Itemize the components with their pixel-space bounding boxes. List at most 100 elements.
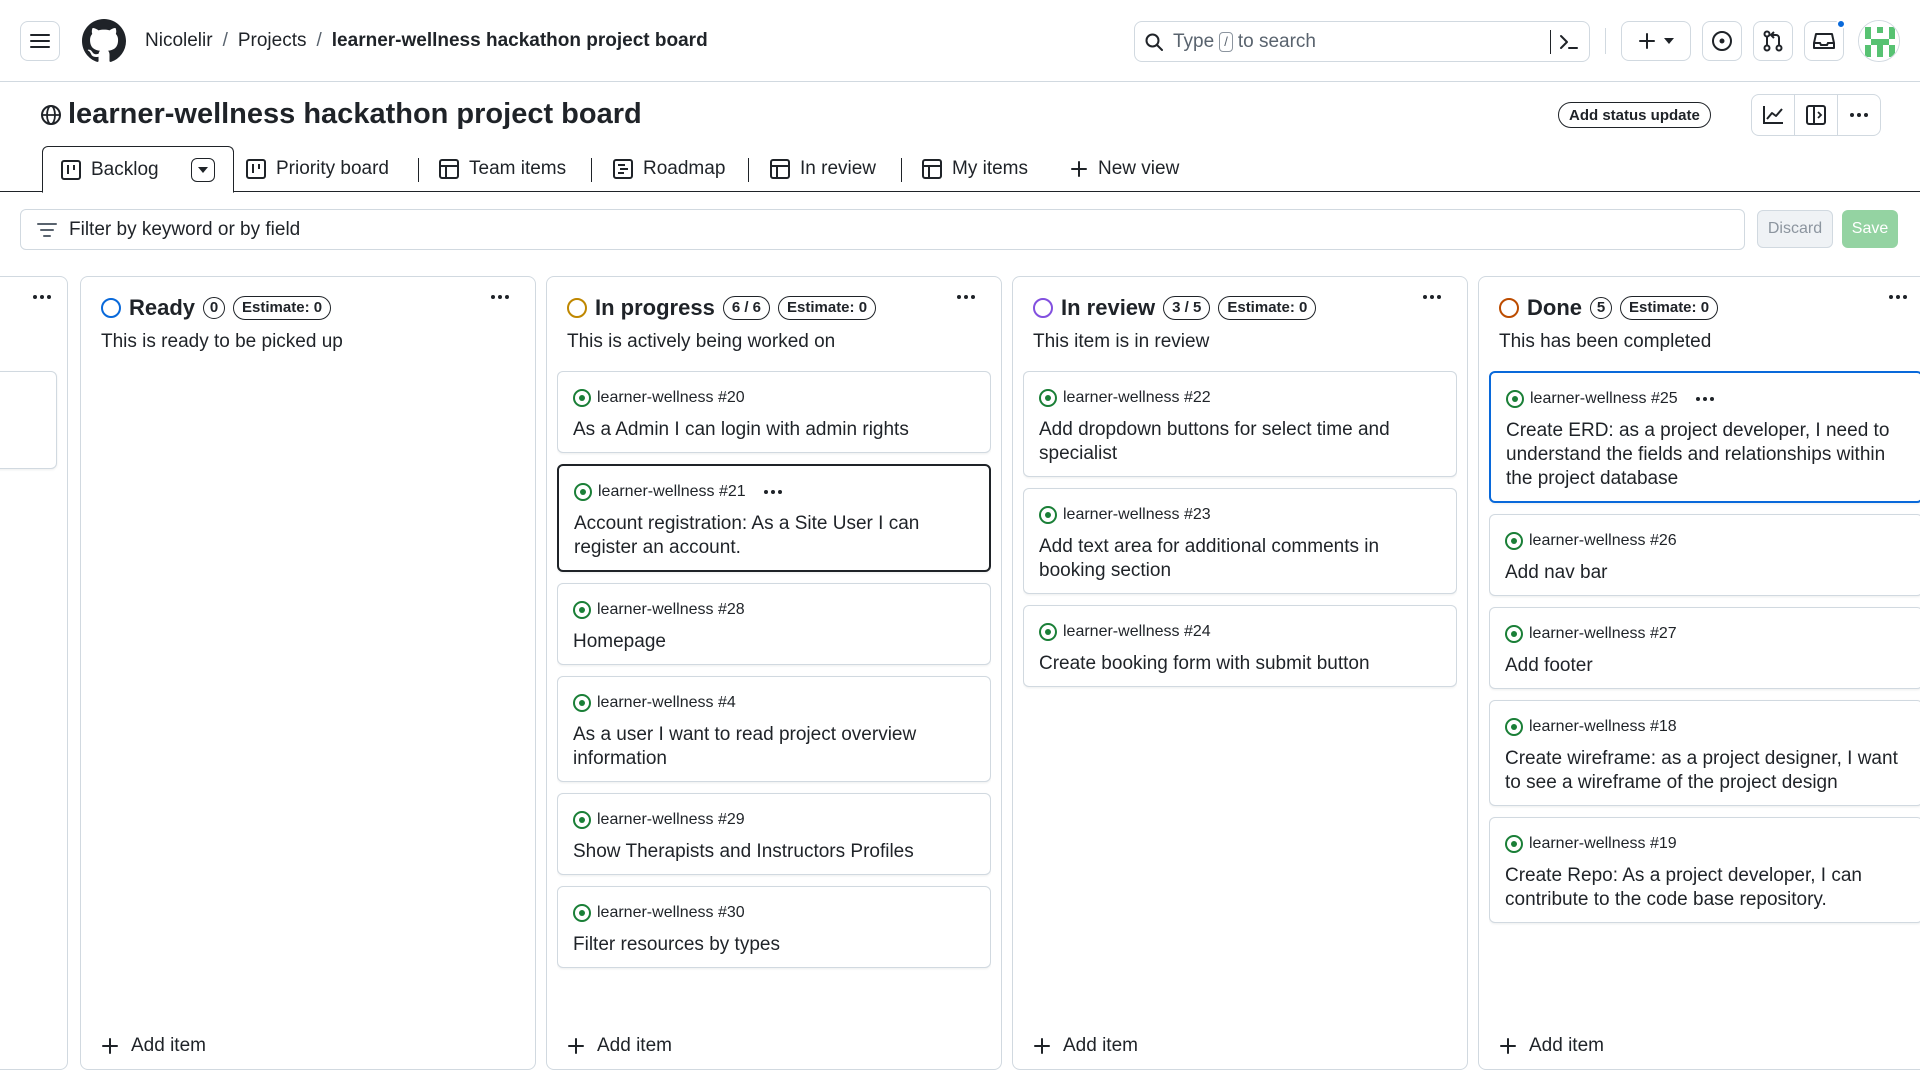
github-logo-icon[interactable] [82,19,126,63]
card-repo-number[interactable]: learner-wellness #29 [597,811,745,829]
breadcrumb-owner[interactable]: Nicolelir [145,30,213,52]
board-card[interactable]: learner-wellness #27 Add footer [1489,607,1920,689]
project-menu-button[interactable] [1838,95,1880,135]
card-repo-number[interactable]: learner-wellness #24 [1063,623,1211,641]
card-title[interactable]: Filter resources by types [573,933,975,957]
card-menu-icon[interactable] [1695,397,1714,401]
search-divider [1550,30,1551,54]
card-repo-number[interactable]: learner-wellness #30 [597,904,745,922]
column-description: This is ready to be picked up [101,331,343,352]
tab-team-items[interactable]: Team items [439,146,566,192]
add-status-update-button[interactable]: Add status update [1558,102,1711,128]
add-item-button[interactable]: Add item [101,1035,206,1057]
tab-my-items[interactable]: My items [922,146,1028,192]
plus-icon [1071,161,1087,177]
card-repo-number[interactable]: learner-wellness #23 [1063,506,1211,524]
column-menu-icon[interactable] [957,295,975,299]
card-title[interactable]: Homepage [573,630,975,654]
card-repo-number[interactable]: learner-wellness #25 [1530,390,1678,408]
card-menu-icon[interactable] [763,490,782,494]
board-icon [246,159,266,179]
command-palette-icon[interactable] [1559,33,1579,51]
status-circle-icon [1499,298,1519,318]
issues-button[interactable] [1702,21,1742,61]
card-title[interactable]: Show Therapists and Instructors Profiles [573,840,975,864]
board-card[interactable]: learner-wellness #20 As a Admin I can lo… [557,371,991,453]
inbox-button[interactable] [1804,19,1846,61]
board-card[interactable]: learner-wellness #24 Create booking form… [1023,605,1457,687]
add-item-button[interactable]: Add item [1033,1035,1138,1057]
board-card[interactable]: learner-wellness #18 Create wireframe: a… [1489,700,1920,806]
card-title[interactable]: As a Admin I can login with admin rights [573,418,975,442]
tab-in-review[interactable]: In review [770,146,876,192]
card-title[interactable]: Create Repo: As a project developer, I c… [1505,864,1907,912]
filter-input[interactable]: Filter by keyword or by field [20,209,1745,250]
card-repo-number[interactable]: learner-wellness #4 [597,694,736,712]
column-menu-icon[interactable] [1889,295,1907,299]
board-card[interactable]: learner-wellness #19 Create Repo: As a p… [1489,817,1920,923]
search-icon [1145,33,1163,51]
board-card[interactable]: learner-wellness #23 Add text area for a… [1023,488,1457,594]
card-repo-number[interactable]: learner-wellness #22 [1063,389,1211,407]
breadcrumb-projects[interactable]: Projects [238,30,307,52]
search-input[interactable]: Type / to search [1134,21,1590,62]
save-button[interactable]: Save [1842,210,1898,248]
card-title[interactable]: Account registration: As a Site User I c… [574,512,974,560]
tab-roadmap[interactable]: Roadmap [613,146,725,192]
card-title[interactable]: Add nav bar [1505,561,1907,585]
create-new-button[interactable] [1621,21,1691,61]
discard-button[interactable]: Discard [1757,210,1833,248]
roadmap-icon [613,159,633,179]
column-menu-icon[interactable] [491,295,509,299]
card-title[interactable]: Create booking form with submit button [1039,652,1441,676]
kebab-horizontal-icon[interactable] [33,295,51,299]
add-item-button[interactable]: Add item [567,1035,672,1057]
sidebar-expand-icon [1806,105,1826,125]
issue-opened-icon [573,694,591,712]
tab-backlog[interactable]: Backlog [42,146,234,193]
breadcrumb-current[interactable]: learner-wellness hackathon project board [332,30,708,52]
tab-label: Backlog [91,158,159,180]
board-card[interactable]: learner-wellness #30 Filter resources by… [557,886,991,968]
graph-icon [1763,106,1783,124]
card-title[interactable]: As a user I want to read project overvie… [573,723,975,771]
search-placeholder-suffix: to search [1237,30,1316,52]
card-repo-number[interactable]: learner-wellness #26 [1529,532,1677,550]
tab-priority-board[interactable]: Priority board [246,146,389,192]
card-partial[interactable] [0,371,57,469]
card-reference: learner-wellness #26 [1505,531,1907,551]
view-options-button[interactable] [190,157,215,182]
menu-button[interactable] [20,21,60,61]
card-repo-number[interactable]: learner-wellness #28 [597,601,745,619]
new-view-button[interactable]: New view [1070,146,1179,192]
column-description: This item is in review [1033,331,1210,352]
board-card[interactable]: learner-wellness #25 Create ERD: as a pr… [1489,371,1920,503]
card-repo-number[interactable]: learner-wellness #21 [598,483,746,501]
card-repo-number[interactable]: learner-wellness #27 [1529,625,1677,643]
pull-requests-button[interactable] [1753,21,1793,61]
card-repo-number[interactable]: learner-wellness #19 [1529,835,1677,853]
card-title[interactable]: Create wireframe: as a project designer,… [1505,747,1907,795]
issue-opened-icon [1039,623,1057,641]
board-card[interactable]: learner-wellness #4 As a user I want to … [557,676,991,782]
board-card[interactable]: learner-wellness #21 Account registratio… [557,464,991,572]
board-column-done: Done 5 Estimate: 0 This has been complet… [1478,276,1920,1070]
column-menu-icon[interactable] [1423,295,1441,299]
board-card[interactable]: learner-wellness #26 Add nav bar [1489,514,1920,596]
card-title[interactable]: Add text area for additional comments in… [1039,535,1441,583]
card-title[interactable]: Add dropdown buttons for select time and… [1039,418,1441,466]
breadcrumb: Nicolelir / Projects / learner-wellness … [145,30,708,52]
board-card[interactable]: learner-wellness #28 Homepage [557,583,991,665]
card-repo-number[interactable]: learner-wellness #18 [1529,718,1677,736]
board-card[interactable]: learner-wellness #29 Show Therapists and… [557,793,991,875]
card-title[interactable]: Create ERD: as a project developer, I ne… [1506,419,1906,491]
toggle-side-panel-button[interactable] [1795,95,1838,135]
card-repo-number[interactable]: learner-wellness #20 [597,389,745,407]
board-card[interactable]: learner-wellness #22 Add dropdown button… [1023,371,1457,477]
avatar[interactable] [1858,20,1900,62]
card-title[interactable]: Add footer [1505,654,1907,678]
column-title: In review [1061,295,1156,320]
insights-button[interactable] [1752,95,1795,135]
add-item-button[interactable]: Add item [1499,1035,1604,1057]
board-column-in-review: In review 3 / 5 Estimate: 0 This item is… [1012,276,1468,1070]
